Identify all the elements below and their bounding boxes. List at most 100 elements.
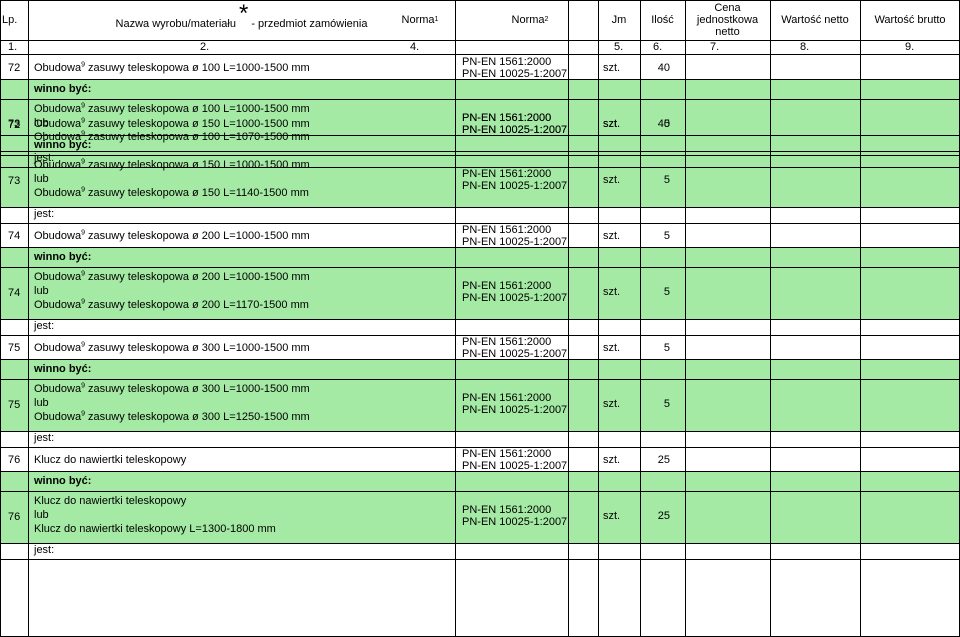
row-item-rest: zasuwy teleskopowa ø 300 L=1000-1500 mm (85, 342, 310, 354)
grid-vline (598, 0, 599, 637)
winno-line-1: Obudowa9 zasuwy teleskopowa ø 150 L=1000… (34, 158, 310, 171)
winno-item-name: Klucz do nawiertki teleskopowy (34, 523, 187, 535)
row-item: Obudowa9 zasuwy teleskopowa ø 100 L=1000… (34, 61, 310, 74)
winno-item-rest: zasuwy teleskopowa ø 300 L=1250-1500 mm (85, 411, 310, 423)
row-item-name: Obudowa (34, 62, 82, 74)
grid-vline (860, 0, 861, 637)
winno-qty: 5 (663, 174, 670, 186)
column-number: 8. (800, 41, 810, 53)
winno-item-name: Obudowa (34, 271, 82, 283)
winno-item-name: Obudowa (34, 103, 82, 115)
column-number: 6. (653, 41, 663, 53)
winno-line-1: Obudowa9 zasuwy teleskopowa ø 200 L=1000… (34, 270, 310, 283)
row-unit: szt. (603, 62, 621, 74)
winno-label: winno być: (34, 363, 92, 375)
grid-vline (640, 0, 641, 637)
grid-hline (0, 135, 960, 136)
grid-hline (0, 379, 960, 380)
grid-hline (0, 447, 960, 448)
row-item-name: Obudowa (34, 230, 82, 242)
winno-lub: lub (34, 285, 49, 297)
winno-norm-2: PN-EN 10025-1:2007 (462, 180, 568, 192)
winno-band (0, 79, 960, 99)
column-number: 5. (614, 41, 624, 53)
grid-hline (0, 155, 960, 156)
grid-hline (0, 167, 960, 168)
grid-hline (0, 247, 960, 248)
winno-norm-1: PN-EN 1561:2000 (462, 504, 552, 516)
column-number: 4. (410, 41, 420, 53)
winno-item-rest: zasuwy teleskopowa ø 150 L=1000-1500 mm (85, 159, 310, 171)
header-wartosc-brutto: Wartość brutto (874, 14, 946, 26)
winno-unit: szt. (603, 398, 621, 410)
winno-band (0, 471, 960, 491)
grid-hline (0, 543, 960, 544)
row-lp: 72 (8, 62, 21, 74)
winno-item-name: Obudowa (34, 159, 82, 171)
header-cena: Cena jednostkowa netto (696, 2, 759, 38)
winno-line-1: Obudowa9 zasuwy teleskopowa ø 300 L=1000… (34, 382, 310, 395)
winno-lp: 75 (8, 399, 21, 411)
row-unit: szt. (603, 342, 621, 354)
row-lp: 74 (8, 230, 21, 242)
winno-line-2: Klucz do nawiertki teleskopowy L=1300-18… (34, 523, 276, 535)
winno-item-name: Obudowa (34, 383, 82, 395)
row-norm-1: PN-EN 1561:2000 (462, 224, 552, 236)
grid-hline (0, 431, 960, 432)
winno-item-rest: zasuwy teleskopowa ø 200 L=1000-1500 mm (85, 271, 310, 283)
winno-norm-1: PN-EN 1561:2000 (462, 392, 552, 404)
winno-item-name: Obudowa (34, 187, 82, 199)
winno-line-2: Obudowa9 zasuwy teleskopowa ø 300 L=1250… (34, 410, 310, 423)
winno-unit: szt. (603, 286, 621, 298)
winno-lp: 76 (8, 511, 21, 523)
jest-label: jest: (34, 208, 55, 220)
grid-vline (0, 0, 1, 637)
winno-norm-1: PN-EN 1561:2000 (462, 280, 552, 292)
row-item: Klucz do nawiertki teleskopowy (34, 454, 186, 466)
column-number: 7. (710, 41, 720, 53)
row-item-rest: zasuwy teleskopowa ø 150 L=1000-1500 mm (85, 118, 310, 130)
winno-qty: 5 (663, 398, 670, 410)
winno-unit: szt. (603, 510, 621, 522)
winno-item-rest: L=1300-1800 mm (186, 523, 276, 535)
header-norma2: Norma 2 (511, 14, 549, 26)
row-item-name: Klucz do nawiertki teleskopowy (34, 454, 187, 466)
header-ilosc: Ilość (651, 14, 674, 26)
header-star: * (238, 0, 249, 27)
row-norm-1: PN-EN 1561:2000 (462, 112, 552, 124)
row-lp: 76 (8, 454, 21, 466)
winno-label: winno być: (34, 251, 92, 263)
grid-hline (0, 0, 960, 1)
winno-lp: 73 (8, 175, 21, 187)
winno-line-1: Obudowa9 zasuwy teleskopowa ø 100 L=1000… (34, 102, 310, 115)
winno-line-1: Klucz do nawiertki teleskopowy (34, 495, 186, 507)
row-norm-1: PN-EN 1561:2000 (462, 448, 552, 460)
header-lp: Lp. (2, 14, 18, 26)
row-norm-1: PN-EN 1561:2000 (462, 336, 552, 348)
row-lp: 73 (8, 118, 21, 130)
winno-item-name: Klucz do nawiertki teleskopowy (34, 495, 187, 507)
row-item-rest: zasuwy teleskopowa ø 200 L=1000-1500 mm (85, 230, 310, 242)
header-name-suffix: - przedmiot zamówienia (251, 18, 368, 30)
winno-lub: lub (34, 509, 49, 521)
header-wartosc-netto: Wartość netto (781, 14, 849, 26)
grid-hline (0, 559, 960, 560)
row-item: Obudowa9 zasuwy teleskopowa ø 150 L=1000… (34, 117, 310, 130)
order-table: Lp. Nazwa wyrobu/materiału * - przedmiot za… (0, 0, 960, 637)
winno-item-rest: zasuwy teleskopowa ø 150 L=1140-1500 mm (85, 187, 309, 199)
grid-hline (0, 151, 960, 152)
column-number: 1. (8, 41, 18, 53)
winno-item-rest: zasuwy teleskopowa ø 300 L=1000-1500 mm (85, 383, 310, 395)
grid-hline (0, 79, 960, 80)
winno-qty: 25 (657, 510, 670, 522)
row-lp: 75 (8, 342, 21, 354)
winno-item-name: Obudowa (34, 411, 82, 423)
grid-hline (0, 491, 960, 492)
winno-norm-1: PN-EN 1561:2000 (462, 168, 552, 180)
header-jm: Jm (611, 14, 627, 26)
winno-norm-2: PN-EN 10025-1:2007 (462, 404, 568, 416)
winno-band (0, 359, 960, 379)
header-norma1: Norma 1 (401, 14, 439, 26)
winno-label: winno być: (34, 475, 92, 487)
winno-lub: lub (34, 173, 49, 185)
